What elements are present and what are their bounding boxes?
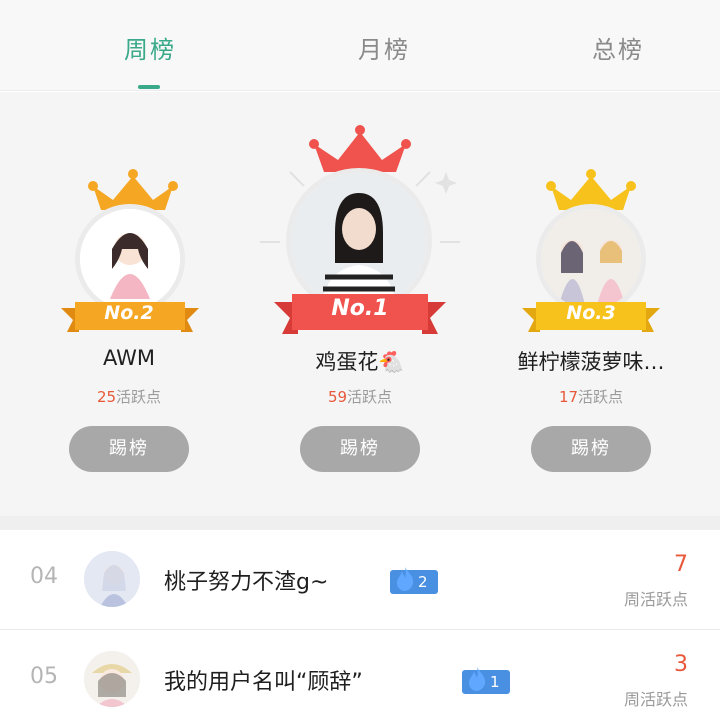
avatar-illustration <box>80 209 180 309</box>
flame-icon <box>397 567 414 591</box>
kick-button[interactable]: 踢榜 <box>300 426 420 472</box>
badge-level: 2 <box>418 573 428 591</box>
list-item[interactable]: 05 我的用户名叫“顾辞” 1 3 周活跃点 <box>0 630 720 727</box>
points-label: 活跃点 <box>116 388 162 406</box>
avatar-ring <box>536 204 646 314</box>
avatar[interactable] <box>541 209 641 309</box>
tab-monthly[interactable]: 月榜 <box>324 30 444 65</box>
rank-number: 04 <box>30 564 58 589</box>
avatar-illustration <box>541 209 641 309</box>
avatar[interactable] <box>84 651 140 707</box>
tab-total[interactable]: 总榜 <box>558 30 678 65</box>
avatar[interactable] <box>80 209 180 309</box>
user-name: 鲜柠檬菠萝味… <box>517 350 665 374</box>
avatar-illustration <box>84 551 140 607</box>
user-name: 桃子努力不渣g~ <box>164 570 329 595</box>
podium-rank-2: No.2 AWM 25活跃点 踢榜 <box>9 92 249 516</box>
points-value: 17 <box>558 388 579 406</box>
podium: No.2 AWM 25活跃点 踢榜 No.1 鸡蛋花🐔 59活跃点 踢榜 No.… <box>0 92 720 516</box>
points-value: 59 <box>327 388 348 406</box>
points-label: 活跃点 <box>578 388 624 406</box>
fan-level-badge: 1 <box>462 667 510 694</box>
rank-label: No.3 <box>566 302 616 324</box>
weekly-points-value: 3 <box>674 652 688 677</box>
fan-level-badge: 2 <box>390 567 438 594</box>
avatar[interactable] <box>84 551 140 607</box>
list-item[interactable]: 04 桃子努力不渣g~ 2 7 周活跃点 <box>0 530 720 630</box>
user-name: 鸡蛋花🐔 <box>315 350 405 374</box>
user-name: AWM <box>102 346 156 370</box>
tab-weekly[interactable]: 周榜 <box>90 30 210 65</box>
active-tab-indicator <box>138 85 160 89</box>
user-name: 我的用户名叫“顾辞” <box>164 670 363 695</box>
weekly-points-value: 7 <box>674 552 688 577</box>
kick-button[interactable]: 踢榜 <box>69 426 189 472</box>
weekly-points-label: 周活跃点 <box>623 690 688 709</box>
podium-rank-3: No.3 鲜柠檬菠萝味… 17活跃点 踢榜 <box>471 92 711 516</box>
section-divider <box>0 516 720 530</box>
avatar-ring <box>75 204 185 314</box>
activity-points: 59活跃点 <box>240 386 480 407</box>
avatar[interactable] <box>291 173 427 309</box>
points-value: 25 <box>96 388 117 406</box>
rank-label: No.1 <box>331 296 389 321</box>
flame-icon <box>469 667 486 691</box>
avatar-illustration <box>84 651 140 707</box>
weekly-points-label: 周活跃点 <box>623 590 688 609</box>
points-label: 活跃点 <box>347 388 393 406</box>
badge-level: 1 <box>490 673 500 691</box>
avatar-photo <box>291 173 427 309</box>
activity-points: 17活跃点 <box>471 386 711 407</box>
podium-rank-1: No.1 鸡蛋花🐔 59活跃点 踢榜 <box>240 92 480 516</box>
ranking-tabs: 周榜 月榜 总榜 <box>0 0 720 91</box>
kick-button[interactable]: 踢榜 <box>531 426 651 472</box>
rank-number: 05 <box>30 664 58 689</box>
activity-points: 25活跃点 <box>9 386 249 407</box>
rank-label: No.2 <box>104 302 154 324</box>
